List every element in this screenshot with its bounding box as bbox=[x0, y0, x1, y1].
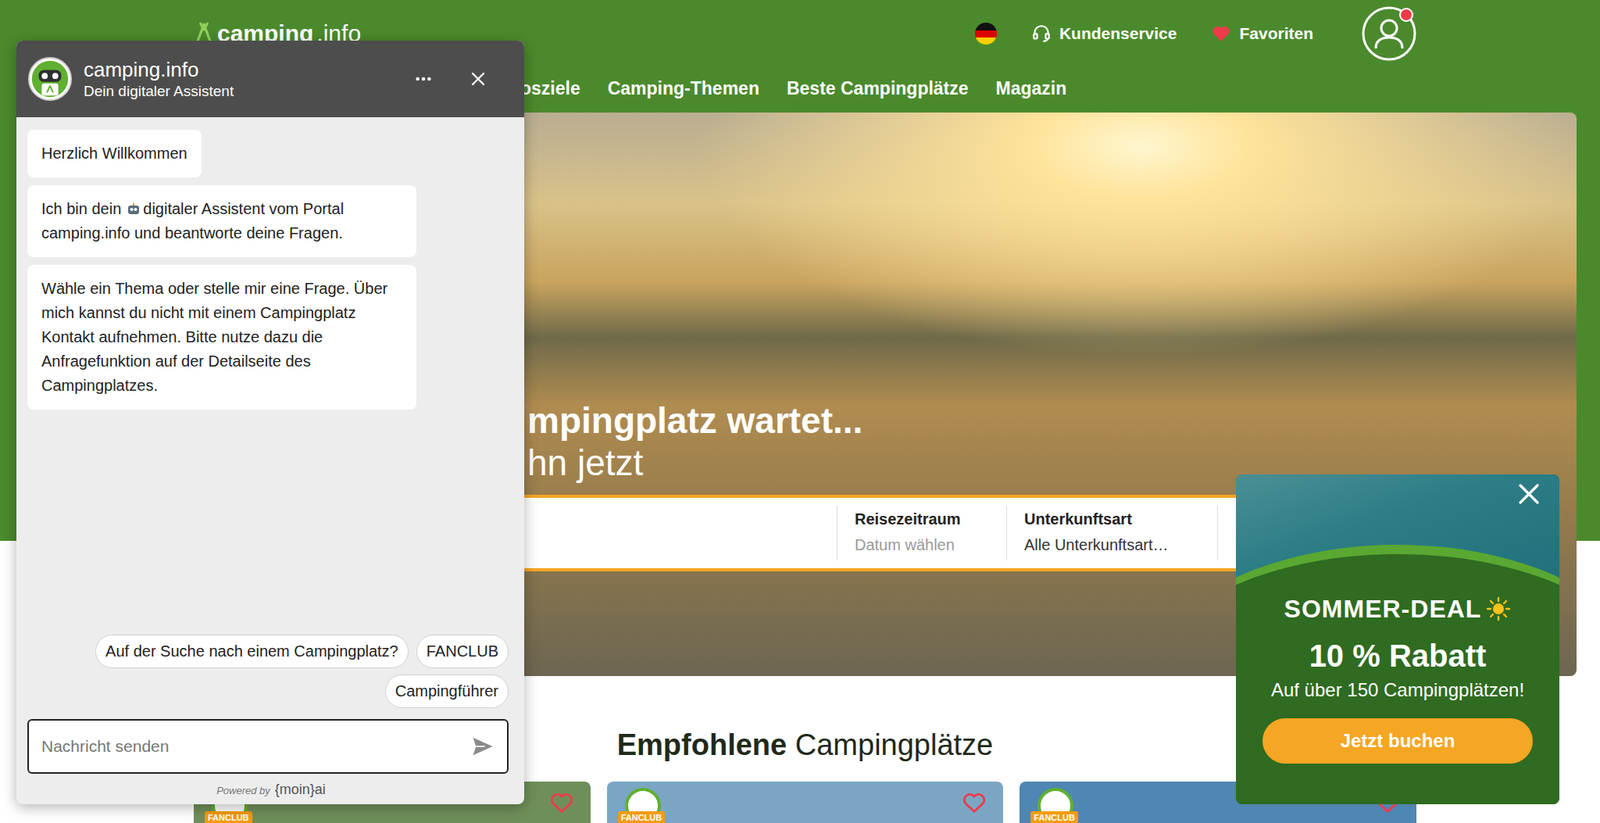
promo-discount: 10 % Rabatt bbox=[1309, 636, 1487, 675]
customer-service-label: Kundenservice bbox=[1059, 24, 1178, 43]
camping-page: camping.info Kundenservice Favoriten osziel… bbox=[0, 0, 1600, 823]
chat-subtitle: Dein digitaler Assistent bbox=[83, 82, 404, 101]
chat-header: camping.infoDein digitaler Assistent bbox=[16, 40, 525, 118]
search-field-label: Unterkunftsart bbox=[1024, 510, 1205, 529]
summer-deal-popup: SOMMER-DEAL 10 % RabattAuf über 150 Campi… bbox=[1235, 474, 1560, 804]
search-field[interactable]: Unterkunftsart Alle Unterkunftsart… bbox=[1006, 505, 1218, 561]
notification-dot bbox=[1399, 7, 1414, 22]
close-icon[interactable] bbox=[1517, 482, 1541, 506]
fanclub-badge: FANCLUB bbox=[1030, 787, 1081, 823]
send-icon[interactable] bbox=[471, 734, 495, 758]
sun-icon bbox=[1485, 596, 1511, 622]
message-input[interactable]: Nachricht senden bbox=[27, 718, 509, 774]
heart-icon[interactable] bbox=[960, 789, 988, 816]
search-field-value: Datum wählen bbox=[854, 535, 994, 554]
favorites-label: Favoriten bbox=[1239, 24, 1314, 43]
quick-reply-chip[interactable]: Campingführer bbox=[385, 674, 509, 708]
quick-reply-chip[interactable]: Auf der Suche nach einem Campingplatz? bbox=[95, 634, 409, 668]
promo-text: Auf über 150 Campingplätzen! bbox=[1271, 677, 1525, 703]
favorites-link[interactable]: Favoriten bbox=[1210, 23, 1314, 44]
chat-message: Herzlich Willkommen bbox=[27, 129, 202, 178]
promo-title: SOMMER-DEAL bbox=[1284, 592, 1512, 625]
nav-item[interactable]: Beste Campingplätze bbox=[786, 78, 969, 100]
campsite-card[interactable]: FANCLUB bbox=[607, 781, 1004, 823]
book-now-button[interactable]: Jetzt buchen bbox=[1262, 717, 1533, 764]
heart-icon[interactable] bbox=[548, 789, 575, 816]
more-icon[interactable] bbox=[414, 75, 433, 83]
chat-message: Ich bin deindigitaler Assistent vom Port… bbox=[27, 185, 417, 258]
chat-message: Wähle ein Thema oder stelle mir eine Fra… bbox=[27, 264, 417, 410]
chat-widget: camping.infoDein digitaler AssistentHerz… bbox=[16, 40, 525, 804]
chat-body: Herzlich Willkommen Ich bin deindigitaler… bbox=[16, 117, 525, 804]
fanclub-badge: FANCLUB bbox=[617, 787, 668, 823]
account-button[interactable] bbox=[1361, 6, 1417, 61]
nav-item[interactable]: Camping-Themen bbox=[607, 78, 760, 100]
chat-title: camping.info bbox=[83, 57, 404, 83]
heart-icon bbox=[1210, 23, 1232, 44]
nav-item[interactable]: Magazin bbox=[996, 78, 1068, 100]
germany-flag-icon[interactable] bbox=[975, 22, 997, 45]
quick-replies: Auf der Suche nach einem Campingplatz?FA… bbox=[27, 634, 515, 708]
message-placeholder: Nachricht senden bbox=[41, 736, 169, 756]
quick-reply-chip[interactable]: FANCLUB bbox=[416, 634, 509, 668]
robot-avatar-icon bbox=[27, 56, 73, 102]
search-field-label: Reisezeitraum bbox=[854, 510, 994, 529]
search-field[interactable]: Reisezeitraum Datum wählen bbox=[836, 505, 1007, 561]
robot-icon bbox=[125, 200, 142, 217]
moin-ai-logo[interactable]: {moin}ai bbox=[275, 781, 326, 798]
header-actions: Kundenservice Favoriten bbox=[975, 6, 1417, 61]
nav-item[interactable]: osziele bbox=[520, 78, 581, 100]
powered-by: Powered by{moin}ai bbox=[27, 773, 515, 798]
customer-service-link[interactable]: Kundenservice bbox=[1031, 23, 1178, 44]
headset-icon bbox=[1031, 23, 1052, 44]
close-icon[interactable] bbox=[470, 71, 486, 87]
search-field-value: Alle Unterkunftsart… bbox=[1024, 535, 1205, 554]
